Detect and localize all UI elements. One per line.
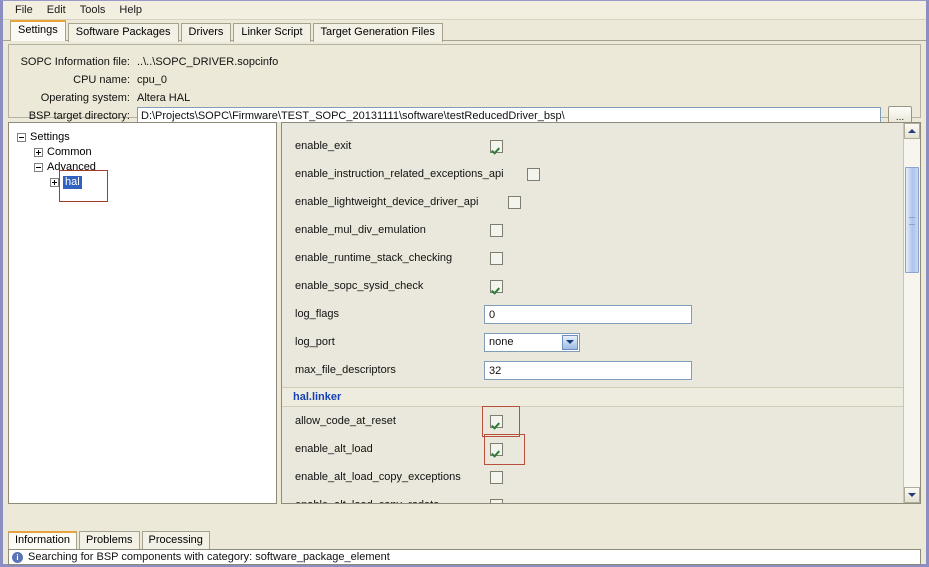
checkbox-enable_alt_load_copy_exceptions[interactable] bbox=[490, 470, 503, 484]
tab-information[interactable]: Information bbox=[8, 531, 78, 549]
setting-row-allow_code_at_reset: allow_code_at_reset bbox=[282, 407, 903, 435]
operating-system-label: Operating system: bbox=[40, 91, 130, 104]
info-row-operating-system: Operating system: Altera HAL bbox=[15, 89, 914, 106]
menu-item-tools[interactable]: Tools bbox=[74, 3, 114, 18]
console-tab-strip: Information Problems Processing bbox=[8, 530, 921, 549]
cpu-name-value: cpu_0 bbox=[137, 73, 167, 86]
setting-row-enable_exit: enable_exit bbox=[282, 132, 903, 160]
info-row-cpu-name: CPU name: cpu_0 bbox=[15, 71, 914, 88]
tree-node-common[interactable]: Common bbox=[34, 145, 92, 160]
settings-viewport: enable_exit enable_instruction_related_e… bbox=[282, 123, 903, 503]
sopc-file-value: ..\..\SOPC_DRIVER.sopcinfo bbox=[137, 55, 279, 68]
checkbox-enable_lightweight_device_driver_api[interactable] bbox=[508, 195, 521, 209]
menu-item-file[interactable]: File bbox=[9, 3, 41, 18]
collapse-icon[interactable] bbox=[17, 133, 26, 142]
setting-label: log_port bbox=[295, 336, 335, 348]
setting-row-enable_instruction_related_exceptions_api: enable_instruction_related_exceptions_ap… bbox=[282, 160, 903, 188]
info-icon: i bbox=[12, 551, 23, 563]
scrollbar-thumb[interactable] bbox=[905, 167, 919, 273]
setting-row-enable_mul_div_emulation: enable_mul_div_emulation bbox=[282, 216, 903, 244]
console-message: Searching for BSP components with catego… bbox=[28, 551, 390, 563]
select-log_port[interactable]: none bbox=[484, 332, 580, 352]
setting-label: enable_exit bbox=[295, 140, 352, 152]
settings-tree-pane[interactable]: Settings Common Advanced hal bbox=[8, 122, 277, 504]
scroll-up-button[interactable] bbox=[904, 123, 920, 139]
split-area: Settings Common Advanced hal enable_exit… bbox=[8, 122, 921, 504]
settings-detail-pane: enable_exit enable_instruction_related_e… bbox=[281, 122, 921, 504]
setting-label: enable_lightweight_device_driver_api bbox=[295, 196, 479, 208]
menu-bar: File Edit Tools Help bbox=[3, 1, 926, 20]
tab-settings[interactable]: Settings bbox=[10, 20, 66, 41]
tree-node-advanced[interactable]: Advanced bbox=[34, 160, 96, 175]
checkbox-enable_runtime_stack_checking[interactable] bbox=[490, 251, 503, 265]
setting-label: enable_alt_load_copy_rodata bbox=[295, 499, 490, 503]
setting-row-enable_runtime_stack_checking: enable_runtime_stack_checking bbox=[282, 244, 903, 272]
tree-node-label: Settings bbox=[30, 131, 70, 143]
checkbox-enable_exit[interactable] bbox=[490, 139, 503, 153]
expand-icon[interactable] bbox=[34, 148, 43, 157]
chevron-down-icon[interactable] bbox=[562, 334, 578, 350]
select-log_port-value: none bbox=[489, 336, 514, 348]
bsp-target-directory-label: BSP target directory: bbox=[28, 109, 130, 122]
setting-row-enable_alt_load_copy_rodata: enable_alt_load_copy_rodata bbox=[282, 491, 903, 503]
expand-icon[interactable] bbox=[50, 178, 59, 187]
setting-label: enable_alt_load bbox=[295, 443, 373, 455]
checkbox-enable_sopc_sysid_check[interactable] bbox=[490, 279, 503, 293]
tab-processing[interactable]: Processing bbox=[141, 531, 210, 549]
input-max_file_descriptors[interactable]: 32 bbox=[484, 360, 692, 380]
tab-drivers[interactable]: Drivers bbox=[180, 23, 232, 42]
setting-row-enable_lightweight_device_driver_api: enable_lightweight_device_driver_api bbox=[282, 188, 903, 216]
setting-label: max_file_descriptors bbox=[295, 364, 396, 376]
setting-label: allow_code_at_reset bbox=[295, 415, 396, 427]
setting-row-max_file_descriptors: max_file_descriptors 32 bbox=[282, 356, 903, 384]
setting-row-enable_alt_load_copy_exceptions: enable_alt_load_copy_exceptions bbox=[282, 463, 903, 491]
main-tab-strip: Settings Software Packages Drivers Linke… bbox=[3, 20, 926, 42]
operating-system-value: Altera HAL bbox=[137, 91, 191, 104]
settings-vertical-scrollbar[interactable] bbox=[903, 123, 920, 503]
menu-item-help[interactable]: Help bbox=[113, 3, 150, 18]
checkbox-enable_alt_load[interactable] bbox=[490, 442, 503, 456]
group-header-hal-linker: hal.linker bbox=[282, 387, 903, 407]
checkbox-allow_code_at_reset[interactable] bbox=[490, 414, 503, 428]
setting-row-enable_alt_load: enable_alt_load bbox=[282, 435, 903, 463]
scroll-down-button[interactable] bbox=[904, 487, 920, 503]
tree-node-label: Advanced bbox=[47, 161, 96, 173]
bsp-info-panel: SOPC Information file: ..\..\SOPC_DRIVER… bbox=[8, 44, 921, 125]
tree-node-label: Common bbox=[47, 146, 92, 158]
checkbox-enable_mul_div_emulation[interactable] bbox=[490, 223, 503, 237]
checkbox-enable_alt_load_copy_rodata[interactable] bbox=[490, 498, 503, 503]
setting-row-enable_sopc_sysid_check: enable_sopc_sysid_check bbox=[282, 272, 903, 300]
menu-item-edit[interactable]: Edit bbox=[41, 3, 74, 18]
setting-label: enable_alt_load_copy_exceptions bbox=[295, 471, 461, 483]
info-row-sopc-file: SOPC Information file: ..\..\SOPC_DRIVER… bbox=[15, 53, 914, 70]
tab-software-packages[interactable]: Software Packages bbox=[67, 23, 179, 42]
cpu-name-label: CPU name: bbox=[73, 73, 130, 86]
tab-linker-script[interactable]: Linker Script bbox=[233, 23, 311, 42]
input-log_flags[interactable]: 0 bbox=[484, 304, 692, 324]
setting-row-log_port: log_port none bbox=[282, 328, 903, 356]
sopc-file-label: SOPC Information file: bbox=[20, 55, 130, 68]
tree-node-hal[interactable]: hal bbox=[50, 175, 82, 190]
setting-row-log_flags: log_flags 0 bbox=[282, 300, 903, 328]
setting-label: enable_mul_div_emulation bbox=[295, 224, 426, 236]
collapse-icon[interactable] bbox=[34, 163, 43, 172]
setting-label: log_flags bbox=[295, 308, 340, 320]
tree-node-label: hal bbox=[63, 176, 82, 189]
tab-target-generation-files[interactable]: Target Generation Files bbox=[312, 23, 443, 42]
setting-label: enable_instruction_related_exceptions_ap… bbox=[295, 168, 504, 180]
setting-label: enable_runtime_stack_checking bbox=[295, 252, 453, 264]
bsp-editor-window: File Edit Tools Help Settings Software P… bbox=[0, 0, 929, 567]
setting-label: enable_sopc_sysid_check bbox=[295, 280, 424, 292]
console-output: i Searching for BSP components with cate… bbox=[8, 549, 921, 565]
tree-node-settings[interactable]: Settings bbox=[17, 130, 70, 145]
tab-problems[interactable]: Problems bbox=[79, 531, 140, 549]
checkbox-enable_instruction_related_exceptions_api[interactable] bbox=[527, 167, 540, 181]
